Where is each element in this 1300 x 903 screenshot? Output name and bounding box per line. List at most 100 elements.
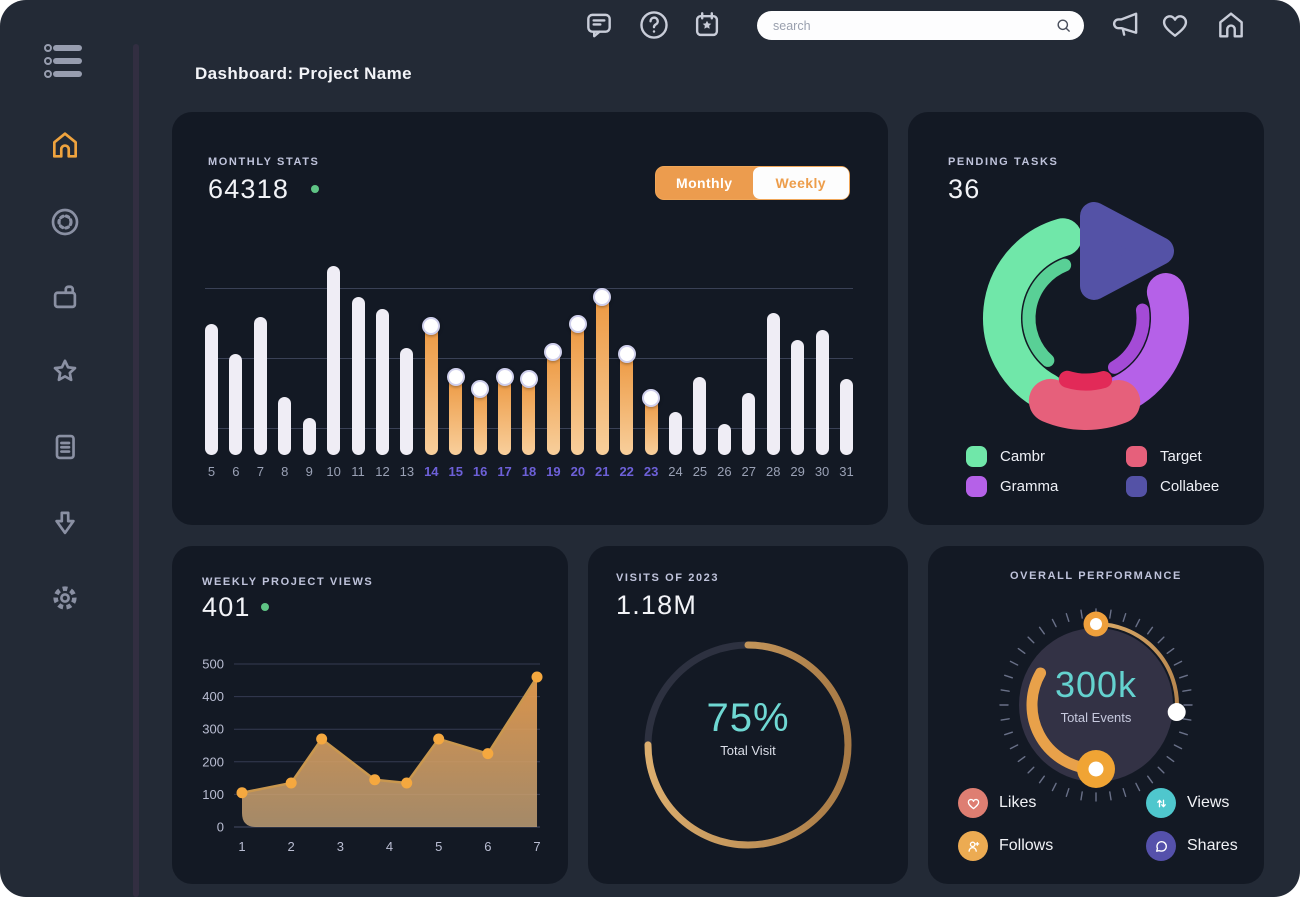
toggle-weekly-button[interactable]: Weekly <box>753 167 850 199</box>
card-title: MONTHLY STATS <box>208 156 319 168</box>
bar-axis-label: 15 <box>449 464 462 479</box>
bar-day-13[interactable] <box>400 348 413 455</box>
bar-axis-label: 26 <box>718 464 731 479</box>
sidebar-divider <box>133 44 139 897</box>
svg-text:100: 100 <box>202 787 224 802</box>
home-button[interactable] <box>1215 9 1247 41</box>
bar-marker <box>618 345 636 363</box>
visits-card: VISITS OF 2023 1.18M 75% Total Visit <box>588 546 908 884</box>
weekly-views-card: WEEKLY PROJECT VIEWS 401 010020030040050… <box>172 546 568 884</box>
bar-axis-label: 7 <box>254 464 267 479</box>
favorites-button[interactable] <box>1159 9 1191 41</box>
bar-day-25[interactable] <box>693 377 706 455</box>
bar-axis-label: 23 <box>645 464 658 479</box>
bar-day-19[interactable] <box>547 352 560 455</box>
gauge-value-label: Total Events <box>996 710 1196 725</box>
sidebar-item-downloads[interactable] <box>49 507 81 539</box>
svg-text:3: 3 <box>337 839 344 854</box>
svg-text:6: 6 <box>484 839 491 854</box>
heart-icon <box>1159 9 1191 41</box>
search-icon[interactable] <box>1055 17 1072 34</box>
svg-text:4: 4 <box>386 839 393 854</box>
bar-day-23[interactable] <box>645 398 658 455</box>
legend-item-gramma: Gramma <box>966 476 1126 497</box>
bar-marker <box>544 343 562 361</box>
sidebar-item-favorites[interactable] <box>49 356 81 388</box>
bar-marker <box>422 317 440 335</box>
bar-axis-label: 20 <box>571 464 584 479</box>
bar-axis-label: 13 <box>400 464 413 479</box>
bar-marker <box>569 315 587 333</box>
legend-item-cambr: Cambr <box>966 446 1126 467</box>
bar-axis-label: 10 <box>327 464 340 479</box>
bar-axis-label: 6 <box>229 464 242 479</box>
bar-day-5[interactable] <box>205 324 218 455</box>
bar-axis-label: 8 <box>278 464 291 479</box>
bar-day-18[interactable] <box>522 379 535 455</box>
sidebar-item-projects[interactable] <box>49 281 81 313</box>
monthly-stats-card: MONTHLY STATS 64318 Monthly Weekly 56789… <box>172 112 888 525</box>
bar-marker <box>593 288 611 306</box>
visits-percent-label: Total Visit <box>648 743 848 758</box>
sidebar-item-notes[interactable] <box>49 431 81 463</box>
bar-day-31[interactable] <box>840 379 853 455</box>
bar-day-10[interactable] <box>327 266 340 455</box>
bar-day-17[interactable] <box>498 377 511 455</box>
search-bar[interactable] <box>757 11 1084 40</box>
sidebar-item-home[interactable] <box>49 129 81 161</box>
heart-icon <box>958 788 988 818</box>
bar-day-29[interactable] <box>791 340 804 455</box>
visits-ring-center: 75% Total Visit <box>648 696 848 758</box>
bar-axis-label: 24 <box>669 464 682 479</box>
svg-text:0: 0 <box>217 820 224 835</box>
bar-axis-label: 21 <box>596 464 609 479</box>
bar-day-7[interactable] <box>254 317 267 455</box>
legend-label: Shares <box>1187 837 1238 855</box>
bar-day-12[interactable] <box>376 309 389 455</box>
bar-series <box>205 260 853 455</box>
period-toggle[interactable]: Monthly Weekly <box>655 166 850 200</box>
legend-label: Follows <box>999 837 1053 855</box>
bar-day-26[interactable] <box>718 424 731 455</box>
search-input[interactable] <box>757 19 1055 33</box>
bar-day-14[interactable] <box>425 326 438 455</box>
legend-item-collabee: Collabee <box>1126 476 1219 497</box>
bar-marker <box>496 368 514 386</box>
toggle-monthly-button[interactable]: Monthly <box>656 167 753 199</box>
home-icon <box>49 129 81 161</box>
bar-day-6[interactable] <box>229 354 242 455</box>
bar-day-9[interactable] <box>303 418 316 455</box>
status-dot <box>311 185 319 193</box>
pending-tasks-card: PENDING TASKS 36 CambrTargetGrammaCollab… <box>908 112 1264 525</box>
bar-axis-label: 22 <box>620 464 633 479</box>
messages-button[interactable] <box>583 9 615 41</box>
bar-day-16[interactable] <box>474 389 487 455</box>
help-button[interactable] <box>638 9 670 41</box>
bar-day-11[interactable] <box>352 297 365 455</box>
bar-day-27[interactable] <box>742 393 755 455</box>
bar-day-28[interactable] <box>767 313 780 455</box>
bar-axis-label: 30 <box>816 464 829 479</box>
bar-day-15[interactable] <box>449 377 462 455</box>
bar-day-24[interactable] <box>669 412 682 455</box>
legend-swatch <box>966 476 987 497</box>
bar-day-20[interactable] <box>571 324 584 455</box>
bar-day-22[interactable] <box>620 354 633 455</box>
announcements-button[interactable] <box>1110 9 1142 41</box>
bar-day-21[interactable] <box>596 297 609 455</box>
calendar-button[interactable] <box>691 9 723 41</box>
performance-legend-item-follows: Follows <box>958 831 1146 861</box>
performance-legend-item-likes: Likes <box>958 788 1146 818</box>
menu-list-icon[interactable] <box>43 41 89 81</box>
bar-marker <box>642 389 660 407</box>
bar-day-8[interactable] <box>278 397 291 456</box>
user-plus-icon <box>958 831 988 861</box>
legend-swatch <box>1126 476 1147 497</box>
sidebar-item-dashboard[interactable] <box>49 206 81 238</box>
notes-icon <box>49 431 81 463</box>
bar-axis-label: 11 <box>352 464 365 479</box>
gauge-center: 300k Total Events <box>996 664 1196 725</box>
sidebar-item-settings[interactable] <box>49 582 81 614</box>
legend-label: Likes <box>999 794 1036 812</box>
bar-day-30[interactable] <box>816 330 829 455</box>
